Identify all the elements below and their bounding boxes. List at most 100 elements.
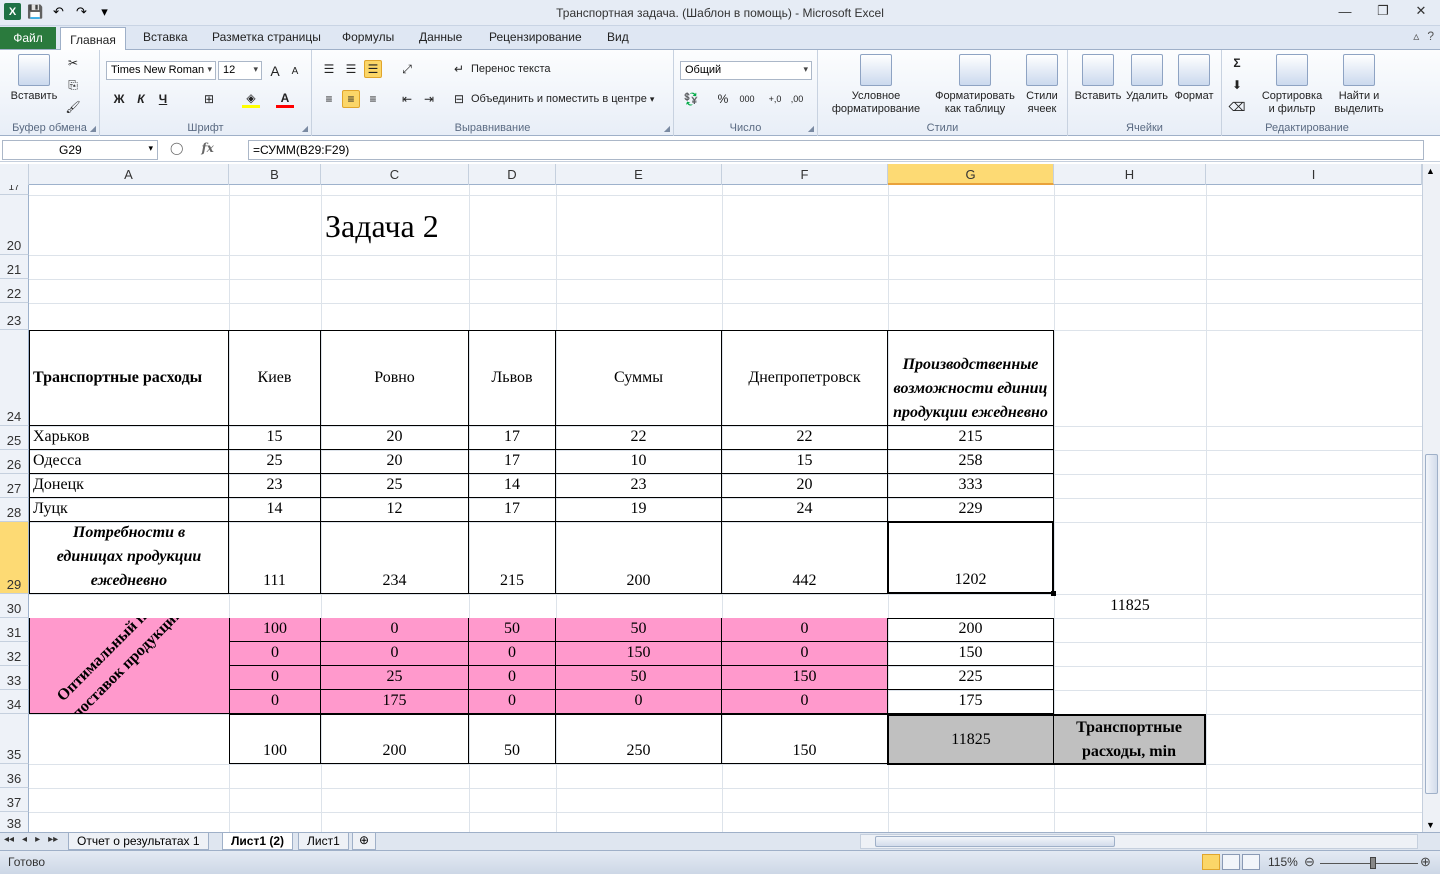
row-header-21[interactable]: 21 xyxy=(0,255,29,279)
cell[interactable]: 150 xyxy=(556,642,722,666)
zoom-out-icon[interactable]: ⊖ xyxy=(1304,854,1315,870)
page-layout-view-icon[interactable] xyxy=(1222,854,1240,870)
help-icon[interactable]: ? xyxy=(1427,29,1434,43)
cell[interactable]: 17 xyxy=(469,498,556,522)
cell[interactable]: 17 xyxy=(469,450,556,474)
row-header-36[interactable]: 36 xyxy=(0,764,29,788)
row-label-lutsk[interactable]: Луцк xyxy=(29,498,229,522)
cell[interactable]: 0 xyxy=(469,690,556,714)
row-header-17[interactable]: 17 xyxy=(0,185,29,195)
row-header-20[interactable]: 20 xyxy=(0,195,29,255)
next-sheet-icon[interactable]: ▸ xyxy=(35,834,40,845)
format-cells-button[interactable]: Формат xyxy=(1170,54,1218,103)
header-sumy[interactable]: Суммы xyxy=(556,330,722,426)
fill-button[interactable]: ⬇ xyxy=(1228,76,1246,94)
cell[interactable]: 25 xyxy=(321,666,469,690)
cell[interactable]: 22 xyxy=(722,426,888,450)
cell[interactable]: 200 xyxy=(888,618,1054,642)
tab-file[interactable]: Файл xyxy=(0,27,56,49)
cell[interactable]: 0 xyxy=(321,642,469,666)
name-box[interactable]: G29 xyxy=(2,140,158,160)
cell[interactable]: 0 xyxy=(722,690,888,714)
page-break-view-icon[interactable] xyxy=(1242,854,1260,870)
close-button[interactable]: ✕ xyxy=(1402,0,1440,22)
cell[interactable]: 150 xyxy=(888,642,1054,666)
increase-decimal-button[interactable]: +,0 xyxy=(766,90,784,108)
plan-label-cell[interactable]: Оптимальный план поставок продукции xyxy=(29,618,229,714)
row-header-25[interactable]: 25 xyxy=(0,426,29,450)
vertical-scrollbar[interactable]: ▲ ▼ xyxy=(1422,164,1440,832)
align-left-button[interactable]: ≡ xyxy=(320,90,338,108)
cell[interactable]: 333 xyxy=(888,474,1054,498)
cell[interactable]: 20 xyxy=(321,450,469,474)
cell[interactable]: 0 xyxy=(229,666,321,690)
cell[interactable]: 111 xyxy=(229,522,321,594)
header-rovno[interactable]: Ровно xyxy=(321,330,469,426)
paste-button[interactable]: Вставить xyxy=(6,54,62,103)
normal-view-icon[interactable] xyxy=(1202,854,1220,870)
row-header-34[interactable]: 34 xyxy=(0,690,29,714)
bold-button[interactable]: Ж xyxy=(110,90,128,108)
tab-page-layout[interactable]: Разметка страницы xyxy=(212,30,321,44)
cell[interactable]: 0 xyxy=(229,690,321,714)
minimize-button[interactable]: — xyxy=(1326,0,1364,22)
italic-button[interactable]: К xyxy=(132,90,150,108)
decrease-indent-button[interactable]: ⇤ xyxy=(398,90,416,108)
tab-view[interactable]: Вид xyxy=(607,30,629,44)
cell[interactable]: 24 xyxy=(722,498,888,522)
delete-cells-button[interactable]: Удалить xyxy=(1122,54,1172,103)
font-color-button[interactable]: A xyxy=(276,90,294,108)
cell[interactable]: 150 xyxy=(722,666,888,690)
insert-cells-button[interactable]: Вставить xyxy=(1072,54,1124,103)
fill-color-button[interactable]: ◈ xyxy=(242,90,260,108)
font-size-select[interactable]: 12 xyxy=(218,61,262,80)
percent-button[interactable]: % xyxy=(714,90,732,108)
dialog-launcher-icon[interactable]: ◢ xyxy=(90,124,96,133)
cell[interactable]: 0 xyxy=(722,642,888,666)
cell[interactable]: 14 xyxy=(469,474,556,498)
copy-button[interactable]: ⎘ xyxy=(64,76,82,94)
cell[interactable]: 17 xyxy=(469,426,556,450)
cell[interactable]: 20 xyxy=(321,426,469,450)
cell-styles-button[interactable]: Стили ячеек xyxy=(1020,54,1064,116)
row-header-32[interactable]: 32 xyxy=(0,642,29,666)
sort-filter-button[interactable]: Сортировка и фильтр xyxy=(1256,54,1328,116)
tab-insert[interactable]: Вставка xyxy=(143,30,188,44)
selected-cell-g29[interactable]: 1202 xyxy=(887,521,1054,594)
tab-review[interactable]: Рецензирование xyxy=(489,30,582,44)
row-header-24[interactable]: 24 xyxy=(0,330,29,426)
worksheet-grid[interactable]: A B C D E F G H I 17 20 21 22 23 24 25 2… xyxy=(0,164,1422,832)
new-sheet-icon[interactable]: ⊕ xyxy=(352,833,377,850)
tab-formulas[interactable]: Формулы xyxy=(342,30,394,44)
total-cost-label[interactable]: Транспортные расходы, min xyxy=(1054,714,1206,765)
cell[interactable]: 215 xyxy=(469,522,556,594)
zoom-slider[interactable]: ⊖ ⊕ xyxy=(1304,854,1434,871)
cell[interactable]: 258 xyxy=(888,450,1054,474)
cell[interactable]: 12 xyxy=(321,498,469,522)
cell[interactable]: 22 xyxy=(556,426,722,450)
cell[interactable]: 20 xyxy=(722,474,888,498)
row-label-odessa[interactable]: Одесса xyxy=(29,450,229,474)
horizontal-scrollbar[interactable] xyxy=(860,834,1418,849)
column-header-f[interactable]: F xyxy=(722,164,888,185)
align-center-button[interactable]: ≡ xyxy=(342,90,360,108)
column-header-c[interactable]: C xyxy=(321,164,469,185)
cell[interactable]: 150 xyxy=(722,714,888,764)
cut-button[interactable]: ✂ xyxy=(64,54,82,72)
underline-button[interactable]: Ч xyxy=(154,90,172,108)
format-painter-button[interactable]: 🖌 xyxy=(64,98,82,116)
borders-button[interactable]: ⊞ xyxy=(200,90,218,108)
cell[interactable]: 200 xyxy=(556,522,722,594)
shrink-font-button[interactable]: A xyxy=(286,62,304,80)
scroll-down-icon[interactable]: ▼ xyxy=(1426,820,1435,830)
cell[interactable]: 0 xyxy=(321,618,469,642)
row-header-30[interactable]: 30 xyxy=(0,594,29,618)
number-format-select[interactable]: Общий xyxy=(680,61,812,80)
column-header-a[interactable]: A xyxy=(29,164,229,185)
sheet-tab-list1-2[interactable]: Лист1 (2) xyxy=(222,833,294,850)
row-label-donetsk[interactable]: Донецк xyxy=(29,474,229,498)
row-header-28[interactable]: 28 xyxy=(0,498,29,522)
cell[interactable]: 225 xyxy=(888,666,1054,690)
tab-data[interactable]: Данные xyxy=(419,30,462,44)
last-sheet-icon[interactable]: ▸▸ xyxy=(48,834,58,845)
